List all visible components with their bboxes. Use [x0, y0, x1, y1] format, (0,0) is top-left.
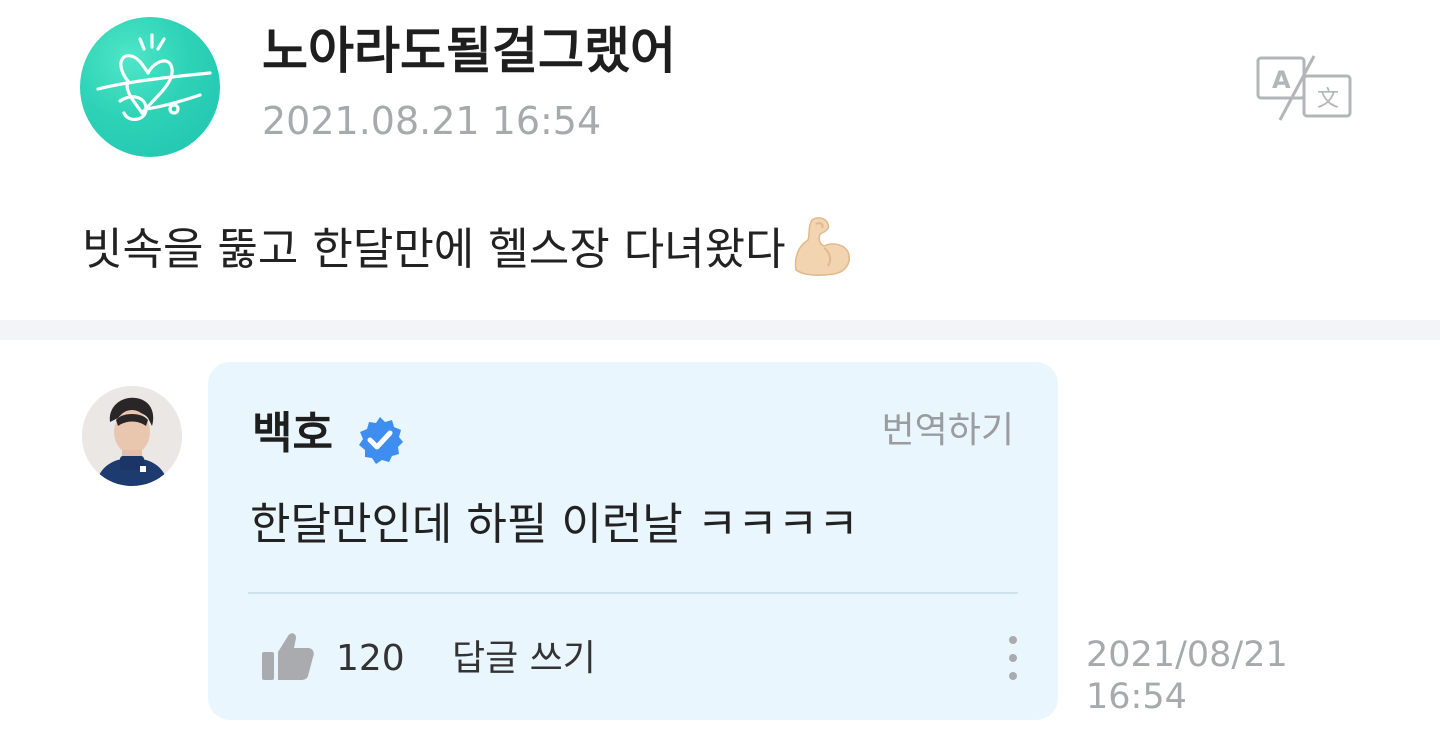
comment-author-name[interactable]: 백호	[252, 404, 333, 464]
translate-link[interactable]: 번역하기	[882, 406, 1014, 456]
comment-time: 16:54	[1086, 677, 1187, 717]
reply-button[interactable]: 답글 쓰기	[452, 634, 596, 684]
post-author-name[interactable]: 노아라도될걸그랬어	[262, 18, 676, 84]
section-divider	[0, 320, 1440, 340]
post-body-text: 빗속을 뚫고 한달만에 헬스장 다녀왔다	[82, 224, 786, 275]
comment-text: 한달만인데 하필 이런날 ㅋㅋㅋㅋ	[250, 499, 859, 550]
comment-date: 2021/08/21	[1086, 635, 1288, 675]
post-body: 빗속을 뚫고 한달만에 헬스장 다녀왔다	[82, 212, 854, 286]
post-author-avatar[interactable]	[80, 17, 220, 157]
like-count: 120	[336, 638, 405, 679]
heart-signature-logo	[96, 33, 212, 121]
comment-divider	[248, 592, 1018, 594]
flexed-biceps-emoji	[788, 212, 854, 278]
comment-card: 백호 번역하기 한달만인데 하필 이런날 ㅋㅋㅋㅋ 120 답글 쓰기	[208, 362, 1058, 720]
more-vertical-icon[interactable]	[998, 630, 1028, 686]
translate-icon[interactable]: A 文	[1254, 52, 1358, 124]
post-timestamp: 2021.08.21 16:54	[262, 99, 602, 143]
svg-text:A: A	[1272, 66, 1291, 94]
svg-text:文: 文	[1317, 87, 1339, 112]
thumbs-up-icon[interactable]	[258, 628, 318, 684]
verified-badge-icon	[354, 414, 406, 466]
commenter-avatar[interactable]	[82, 386, 182, 486]
comment-timestamp: 2021/08/21 16:54	[1086, 634, 1306, 718]
